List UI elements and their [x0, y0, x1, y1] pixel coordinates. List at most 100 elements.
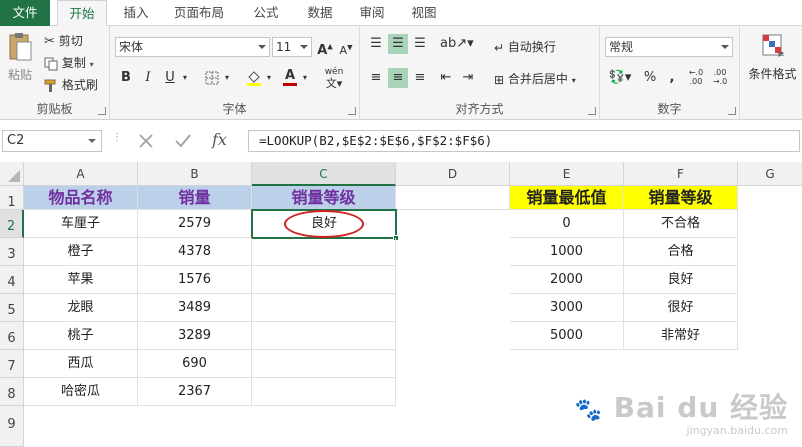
fill-color-button[interactable] [244, 68, 264, 88]
merge-center-button[interactable]: ⊞ 合并后居中 ▾ [494, 70, 576, 87]
font-launcher-icon[interactable] [348, 107, 356, 115]
column-header-c[interactable]: C [252, 162, 396, 186]
cell-c4[interactable] [252, 266, 396, 294]
enter-icon[interactable] [174, 133, 192, 149]
paste-button[interactable]: 粘贴 [4, 32, 36, 88]
currency-button[interactable]: 💱▾ [606, 68, 634, 88]
row-header-1[interactable]: 1 [0, 186, 24, 210]
increase-indent-button[interactable]: ⇥ [458, 68, 478, 88]
align-top-button[interactable]: ☰ [366, 34, 386, 54]
cancel-icon[interactable] [138, 133, 154, 149]
row-header-2[interactable]: 2 [0, 210, 24, 238]
column-header-g[interactable]: G [738, 162, 802, 186]
cell-b5[interactable]: 3489 [138, 294, 252, 322]
font-color-dropdown-icon[interactable]: ▾ [300, 68, 310, 88]
decrease-decimal-button[interactable]: .00 →.0 [710, 68, 730, 88]
cell-e5[interactable]: 3000 [510, 294, 624, 322]
align-bottom-button[interactable]: ☰ [410, 34, 430, 54]
increase-decimal-button[interactable]: ←.0.00 [686, 68, 706, 88]
formula-input[interactable]: =LOOKUP(B2,$E$2:$E$6,$F$2:$F$6) [248, 130, 800, 152]
cell-a8[interactable]: 哈密瓜 [24, 378, 138, 406]
row-header-3[interactable]: 3 [0, 238, 24, 266]
clipboard-launcher-icon[interactable] [98, 107, 106, 115]
borders-dropdown-icon[interactable]: ▾ [222, 68, 232, 88]
orientation-button[interactable]: ab↗▾ [440, 34, 474, 54]
wrap-text-button[interactable]: ↵ 自动换行 [494, 38, 556, 55]
cell-b6[interactable]: 3289 [138, 322, 252, 350]
cell-e6[interactable]: 5000 [510, 322, 624, 350]
tab-file[interactable]: 文件 [0, 0, 50, 26]
row-header-4[interactable]: 4 [0, 266, 24, 294]
cell-c5[interactable] [252, 294, 396, 322]
cell-d1[interactable] [396, 186, 510, 210]
cell-b8[interactable]: 2367 [138, 378, 252, 406]
tab-page-layout[interactable]: 页面布局 [164, 0, 234, 26]
underline-button[interactable]: U [160, 68, 180, 88]
cell-a4[interactable]: 苹果 [24, 266, 138, 294]
decrease-indent-button[interactable]: ⇤ [436, 68, 456, 88]
percent-button[interactable]: % [640, 68, 660, 88]
cell-e3[interactable]: 1000 [510, 238, 624, 266]
name-box[interactable]: C2 [2, 130, 102, 152]
cell-c3[interactable] [252, 238, 396, 266]
shrink-font-button[interactable]: A▼ [336, 37, 356, 57]
cell-c6[interactable] [252, 322, 396, 350]
align-middle-button[interactable]: ☰ [388, 34, 408, 54]
copy-button[interactable]: 复制 ▾ [44, 54, 94, 71]
tab-formulas[interactable]: 公式 [244, 0, 288, 26]
tab-insert[interactable]: 插入 [114, 0, 158, 26]
cell-f2[interactable]: 不合格 [624, 210, 738, 238]
number-launcher-icon[interactable] [728, 107, 736, 115]
tab-review[interactable]: 审阅 [350, 0, 394, 26]
cell-a2[interactable]: 车厘子 [24, 210, 138, 238]
cell-a1[interactable]: 物品名称 [24, 186, 138, 210]
cell-a5[interactable]: 龙眼 [24, 294, 138, 322]
alignment-launcher-icon[interactable] [588, 107, 596, 115]
cell-e1[interactable]: 销量最低值 [510, 186, 624, 210]
underline-dropdown-icon[interactable]: ▾ [180, 68, 190, 88]
column-header-e[interactable]: E [510, 162, 624, 186]
bold-button[interactable]: B [116, 68, 136, 88]
font-size-select[interactable]: 11 [272, 37, 312, 57]
phonetic-button[interactable]: wén 文▾ [320, 66, 348, 90]
cell-c1[interactable]: 销量等级 [252, 186, 396, 210]
row-header-5[interactable]: 5 [0, 294, 24, 322]
cell-c7[interactable] [252, 350, 396, 378]
format-painter-button[interactable]: 格式刷 [44, 76, 98, 93]
row-header-7[interactable]: 7 [0, 350, 24, 378]
align-center-button[interactable]: ≡ [388, 68, 408, 88]
comma-button[interactable]: , [662, 68, 682, 88]
fill-dropdown-icon[interactable]: ▾ [264, 68, 274, 88]
cell-b7[interactable]: 690 [138, 350, 252, 378]
cell-f6[interactable]: 非常好 [624, 322, 738, 350]
number-format-select[interactable]: 常规 [605, 37, 733, 57]
italic-button[interactable]: I [138, 68, 158, 88]
align-left-button[interactable]: ≡ [366, 68, 386, 88]
tab-view[interactable]: 视图 [402, 0, 446, 26]
column-header-d[interactable]: D [396, 162, 510, 186]
cell-f4[interactable]: 良好 [624, 266, 738, 294]
cell-b2[interactable]: 2579 [138, 210, 252, 238]
insert-function-button[interactable]: fx [212, 130, 227, 149]
cell-e2[interactable]: 0 [510, 210, 624, 238]
column-header-a[interactable]: A [24, 162, 138, 186]
cell-c8[interactable] [252, 378, 396, 406]
cell-f1[interactable]: 销量等级 [624, 186, 738, 210]
column-header-f[interactable]: F [624, 162, 738, 186]
cell-a7[interactable]: 西瓜 [24, 350, 138, 378]
font-color-button[interactable]: A [280, 66, 300, 86]
row-header-6[interactable]: 6 [0, 322, 24, 350]
cell-f3[interactable]: 合格 [624, 238, 738, 266]
cell-b3[interactable]: 4378 [138, 238, 252, 266]
grow-font-button[interactable]: A▲ [315, 37, 335, 58]
cut-button[interactable]: ✂ 剪切 [44, 32, 83, 49]
row-header-9[interactable]: 9 [0, 406, 24, 447]
conditional-format-button[interactable]: ≠ 条件格式 [745, 32, 800, 82]
cell-f5[interactable]: 很好 [624, 294, 738, 322]
tab-home[interactable]: 开始 [57, 0, 107, 27]
borders-button[interactable] [202, 68, 222, 88]
font-name-select[interactable]: 宋体 [115, 37, 270, 57]
select-all-corner[interactable] [0, 162, 24, 186]
cell-a3[interactable]: 橙子 [24, 238, 138, 266]
cell-a6[interactable]: 桃子 [24, 322, 138, 350]
